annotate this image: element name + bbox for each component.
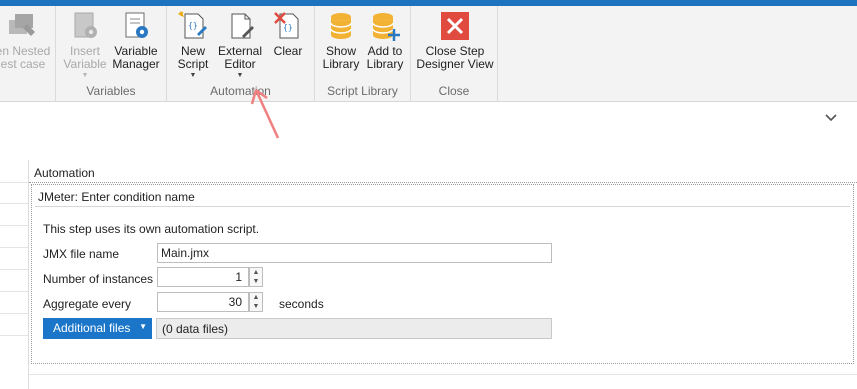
row-divider — [0, 182, 28, 183]
variable-manager-button[interactable]: Variable Manager — [112, 10, 160, 71]
new-script-line2: Script — [177, 57, 209, 71]
bottom-divider — [29, 374, 857, 375]
external-editor-dropdown-icon: ▼ — [236, 72, 244, 79]
aggregate-unit: seconds — [279, 297, 324, 311]
ribbon-toolbar: en Nested est case Insert Variable ▼ Var — [0, 6, 857, 139]
aggregate-label: Aggregate every — [43, 297, 132, 311]
database-add-icon — [372, 13, 400, 41]
column-divider — [28, 160, 29, 389]
panel-title: JMeter: Enter condition name — [38, 190, 195, 204]
additional-files-button[interactable]: Additional files ▼ — [43, 318, 152, 339]
row-divider — [0, 269, 28, 270]
data-files-field: (0 data files) — [156, 318, 552, 339]
jmx-file-label: JMX file name — [43, 247, 120, 261]
external-editor-line2: Editor — [224, 57, 256, 71]
spin-up-icon[interactable]: ▲ — [250, 293, 262, 302]
jmeter-step-panel: JMeter: Enter condition name This step u… — [31, 184, 854, 364]
ribbon-group-variables: Insert Variable ▼ Variable Manager Varia… — [56, 6, 167, 102]
insert-variable-line2: Variable — [63, 57, 107, 71]
row-divider — [0, 313, 28, 314]
new-script-dropdown-icon: ▼ — [189, 72, 197, 79]
instances-label: Number of instances — [43, 272, 154, 286]
insert-variable-icon — [74, 12, 97, 38]
aggregate-input[interactable]: 30 — [157, 292, 249, 312]
additional-files-label: Additional files — [53, 321, 131, 335]
close-step-designer-button[interactable]: Close Step Designer View — [416, 10, 494, 71]
automation-section-header: Automation — [29, 163, 857, 183]
instances-spinner[interactable]: ▲ ▼ — [249, 267, 263, 287]
spin-down-icon[interactable]: ▼ — [250, 277, 262, 286]
show-library-line2: Library — [322, 57, 360, 71]
close-step-line2: Designer View — [416, 57, 494, 71]
step-description: This step uses its own automation script… — [43, 222, 260, 236]
group-label-script-library: Script Library — [327, 84, 398, 98]
jmx-file-input[interactable]: Main.jmx — [157, 243, 552, 263]
svg-text:{}: {} — [283, 23, 293, 32]
ribbon-group-automation: {} New Script ▼ External Editor ▼ {} Cle… — [167, 6, 315, 102]
open-nested-testcase-button[interactable]: en Nested est case — [0, 10, 54, 71]
group-label-close: Close — [438, 84, 470, 98]
insert-variable-button[interactable]: Insert Variable ▼ — [61, 10, 109, 80]
variable-manager-line2: Manager — [112, 57, 160, 71]
variable-manager-icon — [125, 12, 148, 38]
clear-button[interactable]: {} Clear — [267, 10, 309, 58]
row-divider — [0, 225, 28, 226]
ribbon-group-close: Close Step Designer View Close — [411, 6, 498, 102]
group-label-variables: Variables — [86, 84, 136, 98]
ribbon-group-testcase: en Nested est case — [0, 6, 56, 102]
ribbon-group-script-library: Show Library Add to Library Script Libra… — [315, 6, 411, 102]
spin-up-icon[interactable]: ▲ — [250, 268, 262, 277]
new-script-icon: {} — [178, 11, 207, 39]
add-to-library-button[interactable]: Add to Library — [364, 10, 406, 71]
close-icon — [441, 12, 469, 40]
svg-text:{}: {} — [188, 21, 198, 30]
row-divider — [0, 203, 28, 204]
annotation-arrow-icon — [250, 88, 280, 139]
nested-testcase-icon — [9, 14, 35, 36]
instances-input[interactable]: 1 — [157, 267, 249, 287]
open-nested-line2: est case — [0, 57, 46, 71]
row-divider — [0, 247, 28, 248]
add-to-library-line2: Library — [366, 57, 404, 71]
group-label-automation: Automation — [210, 84, 271, 98]
external-editor-icon — [231, 13, 254, 39]
row-divider — [0, 335, 28, 336]
show-library-button[interactable]: Show Library — [320, 10, 362, 71]
chevron-down-icon[interactable] — [822, 108, 840, 126]
panel-title-divider — [35, 206, 850, 207]
aggregate-spinner[interactable]: ▲ ▼ — [249, 292, 263, 312]
new-script-button[interactable]: {} New Script ▼ — [171, 10, 215, 80]
external-editor-button[interactable]: External Editor ▼ — [217, 10, 263, 80]
clear-label: Clear — [273, 44, 303, 58]
insert-variable-dropdown-icon: ▼ — [81, 72, 89, 79]
spin-down-icon[interactable]: ▼ — [250, 302, 262, 311]
dropdown-arrow-icon: ▼ — [139, 322, 147, 331]
clear-script-icon: {} — [274, 12, 299, 39]
database-icon — [330, 13, 352, 39]
row-divider — [0, 291, 28, 292]
